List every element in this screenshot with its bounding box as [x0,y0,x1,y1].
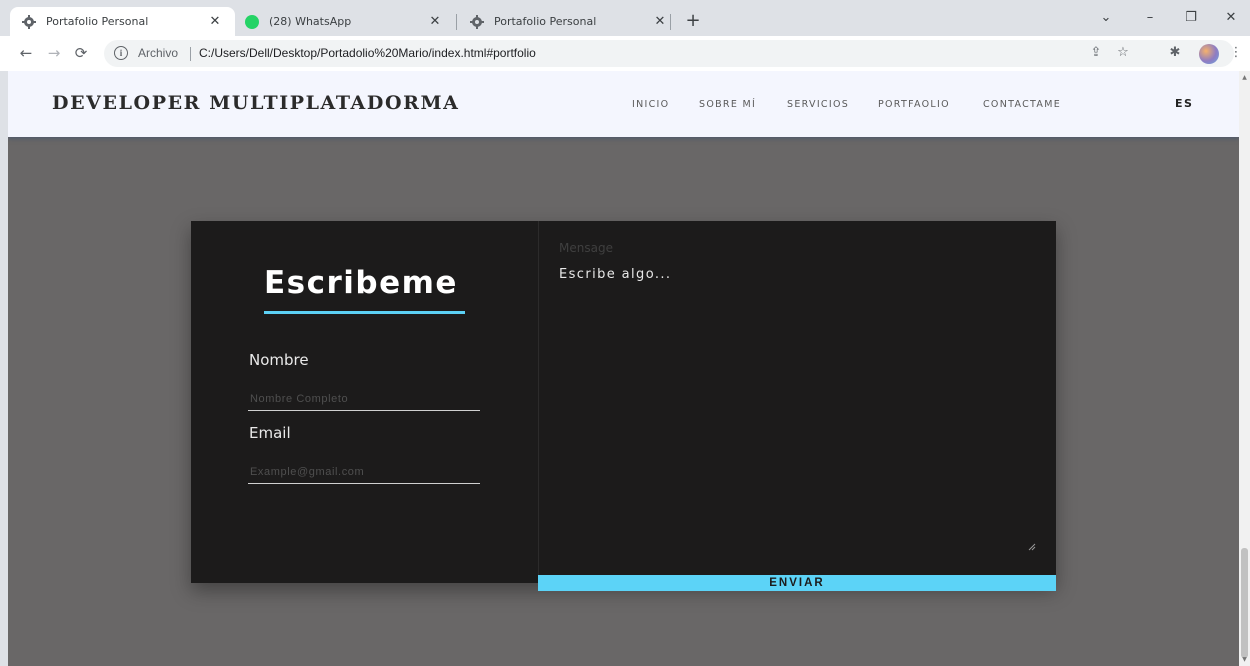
address-divider [190,47,191,61]
language-toggle[interactable]: ES [1175,97,1193,110]
nav-link-portfaolio[interactable]: PORTFAOLIO [878,99,950,110]
gear-favicon-icon [470,14,484,29]
textarea-resize-grip-icon[interactable] [1028,543,1036,551]
send-button[interactable]: ENVIAR [538,575,1056,591]
tab-title: Portafolio Personal [46,15,149,28]
browser-tab-strip: Portafolio Personal ✕ (28) WhatsApp ✕ Po… [0,0,1250,36]
tab-separator [670,14,671,30]
scroll-up-arrow-icon[interactable]: ▲ [1241,74,1248,81]
address-url[interactable]: C:/Users/Dell/Desktop/Portadolio%20Mario… [199,46,536,60]
nav-link-inicio[interactable]: INICIO [632,99,669,110]
tab-close-icon[interactable]: ✕ [207,14,223,30]
name-input[interactable] [248,387,480,411]
site-info-icon[interactable]: i [114,46,128,60]
message-textarea[interactable] [551,261,1045,553]
tab-separator [456,14,457,30]
name-label: Nombre [249,351,309,369]
contact-form-card: Escribeme Nombre Email Mensage [191,221,1056,583]
nav-link-sobre-mi[interactable]: SOBRE MÍ [699,99,756,110]
back-arrow-icon[interactable]: ← [15,42,37,64]
forward-arrow-icon[interactable]: → [43,42,65,64]
minimize-button[interactable]: – [1135,8,1165,28]
star-icon[interactable]: ☆ [1114,44,1132,62]
nav-link-servicios[interactable]: SERVICIOS [787,99,849,110]
email-input[interactable] [248,460,480,484]
tab-portafolio-personal-active[interactable]: Portafolio Personal ✕ [10,7,235,36]
tab-portafolio-personal[interactable]: Portafolio Personal ✕ [458,7,680,36]
site-header: DEVELOPER MULTIPLATADORMA INICIO SOBRE M… [8,71,1239,137]
page-scrollbar[interactable]: ▲ ▼ [1239,71,1250,666]
address-bar[interactable]: i Archivo C:/Users/Dell/Desktop/Portadol… [104,40,1234,67]
form-title: Escribeme [264,265,458,301]
puzzle-extensions-icon[interactable]: ✱ [1166,44,1184,62]
maximize-button[interactable]: ❐ [1176,8,1206,28]
scroll-down-arrow-icon[interactable]: ▼ [1241,656,1248,663]
reload-icon[interactable]: ⟳ [70,42,92,64]
scrollbar-thumb[interactable] [1241,548,1248,658]
browser-toolbar: ← → ⟳ i Archivo C:/Users/Dell/Desktop/Po… [0,36,1250,71]
message-label: Mensage [559,241,613,255]
window-close-button[interactable]: ✕ [1216,8,1246,28]
tab-close-icon[interactable]: ✕ [652,14,668,30]
page-viewport: DEVELOPER MULTIPLATADORMA INICIO SOBRE M… [8,71,1239,666]
tab-title: Portafolio Personal [494,15,597,28]
new-tab-button[interactable]: + [682,10,704,32]
email-label: Email [249,424,291,442]
tab-whatsapp[interactable]: (28) WhatsApp ✕ [233,7,455,36]
gear-favicon-icon [22,14,36,29]
tab-search-dropdown-icon[interactable]: ⌄ [1091,8,1121,28]
title-underline [264,311,465,314]
profile-avatar-icon[interactable] [1199,44,1219,64]
menu-kebab-icon[interactable]: ⋮ [1227,44,1245,62]
address-scheme-label: Archivo [138,46,179,60]
tab-title: (28) WhatsApp [269,15,352,28]
whatsapp-icon [245,14,259,29]
share-icon[interactable]: ⇪ [1087,44,1105,62]
tab-close-icon[interactable]: ✕ [427,14,443,30]
site-brand[interactable]: DEVELOPER MULTIPLATADORMA [52,92,460,114]
contact-form-left-panel: Escribeme Nombre Email [191,221,538,583]
contact-form-right-panel: Mensage [538,221,1056,583]
nav-link-contactame[interactable]: CONTACTAME [983,99,1061,110]
